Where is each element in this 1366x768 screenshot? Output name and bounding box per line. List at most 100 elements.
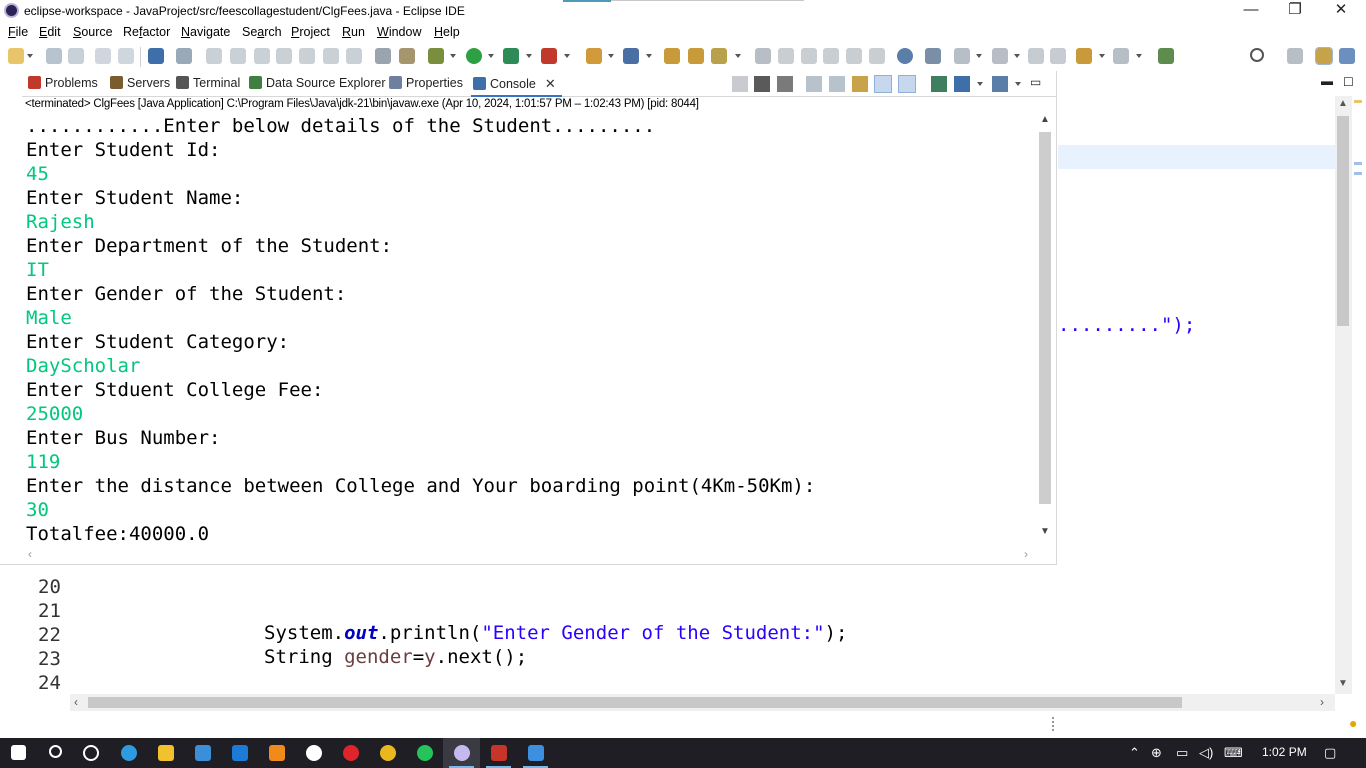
tab-console[interactable]: Console ✕ [471,72,562,97]
previous-annotation-dropdown-icon[interactable] [1014,54,1020,58]
debug-icon[interactable] [428,48,444,64]
remove-launch-icon[interactable] [754,76,770,92]
store-icon[interactable] [184,738,221,768]
suspend-icon[interactable] [230,48,246,64]
keyboard-icon[interactable]: ⌨ [1224,745,1243,761]
taskbar-clock[interactable]: 1:02 PM [1262,745,1307,759]
minimize-editor-icon[interactable]: ▬ [1321,74,1333,88]
external-tools-dropdown-icon[interactable] [564,54,570,58]
quick-access-search-icon[interactable] [1250,48,1264,62]
task-view-icon[interactable] [72,738,109,768]
scroll-left-arrow-icon[interactable]: ‹ [28,547,32,561]
java-perspective-icon[interactable] [1339,48,1355,64]
minimize-button[interactable]: — [1228,0,1274,22]
editor-hscroll-thumb[interactable] [88,697,1182,708]
opera-icon[interactable] [332,738,369,768]
coverage-icon[interactable] [503,48,519,64]
console-vertical-scrollbar[interactable]: ▲ ▼ [1037,114,1054,546]
mail-icon[interactable] [221,738,258,768]
view-menu-icon[interactable]: ▭ [1030,75,1041,89]
java-ee-perspective-icon[interactable] [1315,47,1333,65]
battery-icon[interactable]: ▭ [1176,745,1188,761]
terminate-console-icon[interactable] [732,76,748,92]
redo-icon[interactable] [118,48,134,64]
overview-occurrence-marker[interactable] [1354,172,1362,175]
web-browser-icon[interactable] [897,48,913,64]
menu-edit[interactable]: Edit [39,25,61,39]
menu-search[interactable]: Search [242,25,282,39]
coverage-dropdown-icon[interactable] [526,54,532,58]
next-annotation-dropdown-icon[interactable] [976,54,982,58]
open-console-icon[interactable] [148,48,164,64]
scroll-up-arrow-icon[interactable]: ▲ [1338,98,1348,109]
editor-vertical-scrollbar[interactable]: ▲ ▼ [1335,96,1352,694]
forward-dropdown-icon[interactable] [1136,54,1142,58]
volume-icon[interactable]: ◁) [1199,745,1213,761]
open-task-icon[interactable] [688,48,704,64]
snipping-tool-icon[interactable] [517,738,554,768]
step-over-icon[interactable] [323,48,339,64]
new-class-icon[interactable] [623,48,639,64]
show-on-stdout-icon[interactable] [874,75,892,93]
console-scroll-thumb[interactable] [1039,132,1051,504]
debug-dropdown-icon[interactable] [450,54,456,58]
back-dropdown-icon[interactable] [1099,54,1105,58]
save-all-icon[interactable] [68,48,84,64]
start-button[interactable] [0,738,37,768]
scroll-down-arrow-icon[interactable]: ▼ [1040,526,1050,537]
resume-icon[interactable] [206,48,222,64]
editor-horizontal-scrollbar[interactable]: ‹ › [70,694,1335,711]
terminate-icon[interactable] [254,48,270,64]
code-line[interactable]: 22 String gender=y.next(); [24,602,1324,668]
search-dropdown-icon[interactable] [735,54,741,58]
next-annotation-icon[interactable] [954,48,970,64]
tab-servers[interactable]: Servers [110,76,170,94]
menu-source[interactable]: Source [73,25,113,39]
settings-icon[interactable] [295,738,332,768]
run-dropdown-icon[interactable] [488,54,494,58]
console-horizontal-scrollbar[interactable]: ‹ › [24,546,1037,563]
pin-editor-icon[interactable] [1158,48,1174,64]
show-formatting-icon[interactable] [869,48,885,64]
file-explorer-icon[interactable] [147,738,184,768]
external-tools-icon[interactable] [541,48,557,64]
scroll-right-arrow-icon[interactable]: › [1024,547,1028,561]
tab-terminal[interactable]: Terminal [176,76,240,94]
restore-button[interactable]: ❐ [1272,0,1318,22]
menu-help[interactable]: Help [434,25,460,39]
annotation-icon[interactable] [925,48,941,64]
undo-icon[interactable] [95,48,111,64]
show-whitespace-icon[interactable] [846,48,862,64]
tab-properties[interactable]: Properties [389,76,463,94]
menu-file[interactable]: File [8,25,28,39]
code-line[interactable]: 21 System.out.println("Enter Gender of t… [24,578,1324,644]
open-type-icon[interactable] [664,48,680,64]
toggle-highlight-icon[interactable] [778,48,794,64]
pin-console-icon[interactable] [931,76,947,92]
display-console-dropdown-icon[interactable] [977,82,983,86]
open-console-dropdown-icon[interactable] [1015,82,1021,86]
remove-all-terminated-icon[interactable] [777,76,793,92]
java-app-icon[interactable] [480,738,517,768]
disconnect-icon[interactable] [276,48,292,64]
overview-occurrence-marker[interactable] [1354,162,1362,165]
toggle-mark-occurrences-icon[interactable] [755,48,771,64]
back-icon[interactable] [1076,48,1092,64]
new-class-dropdown-icon[interactable] [646,54,652,58]
save-icon[interactable] [46,48,62,64]
search-taskbar-icon[interactable] [37,738,74,768]
run-icon[interactable] [466,48,482,64]
show-on-stderr-icon[interactable] [898,75,916,93]
scroll-lock-icon[interactable] [829,76,845,92]
close-window-button[interactable]: ✕ [1318,0,1364,22]
edge-icon[interactable] [110,738,147,768]
new-java-project-icon[interactable] [586,48,602,64]
tab-problems[interactable]: Problems [28,76,98,94]
step-return-icon[interactable] [346,48,362,64]
lightbulb-icon[interactable]: ● [1349,715,1357,731]
scroll-up-arrow-icon[interactable]: ▲ [1040,114,1050,125]
new-file-icon[interactable] [8,48,24,64]
last-edit-location-icon[interactable] [1028,48,1044,64]
overview-warning-marker[interactable] [1354,100,1362,103]
code-line[interactable]: 24 System.out.println("Enter Student Cat… [24,650,1324,716]
